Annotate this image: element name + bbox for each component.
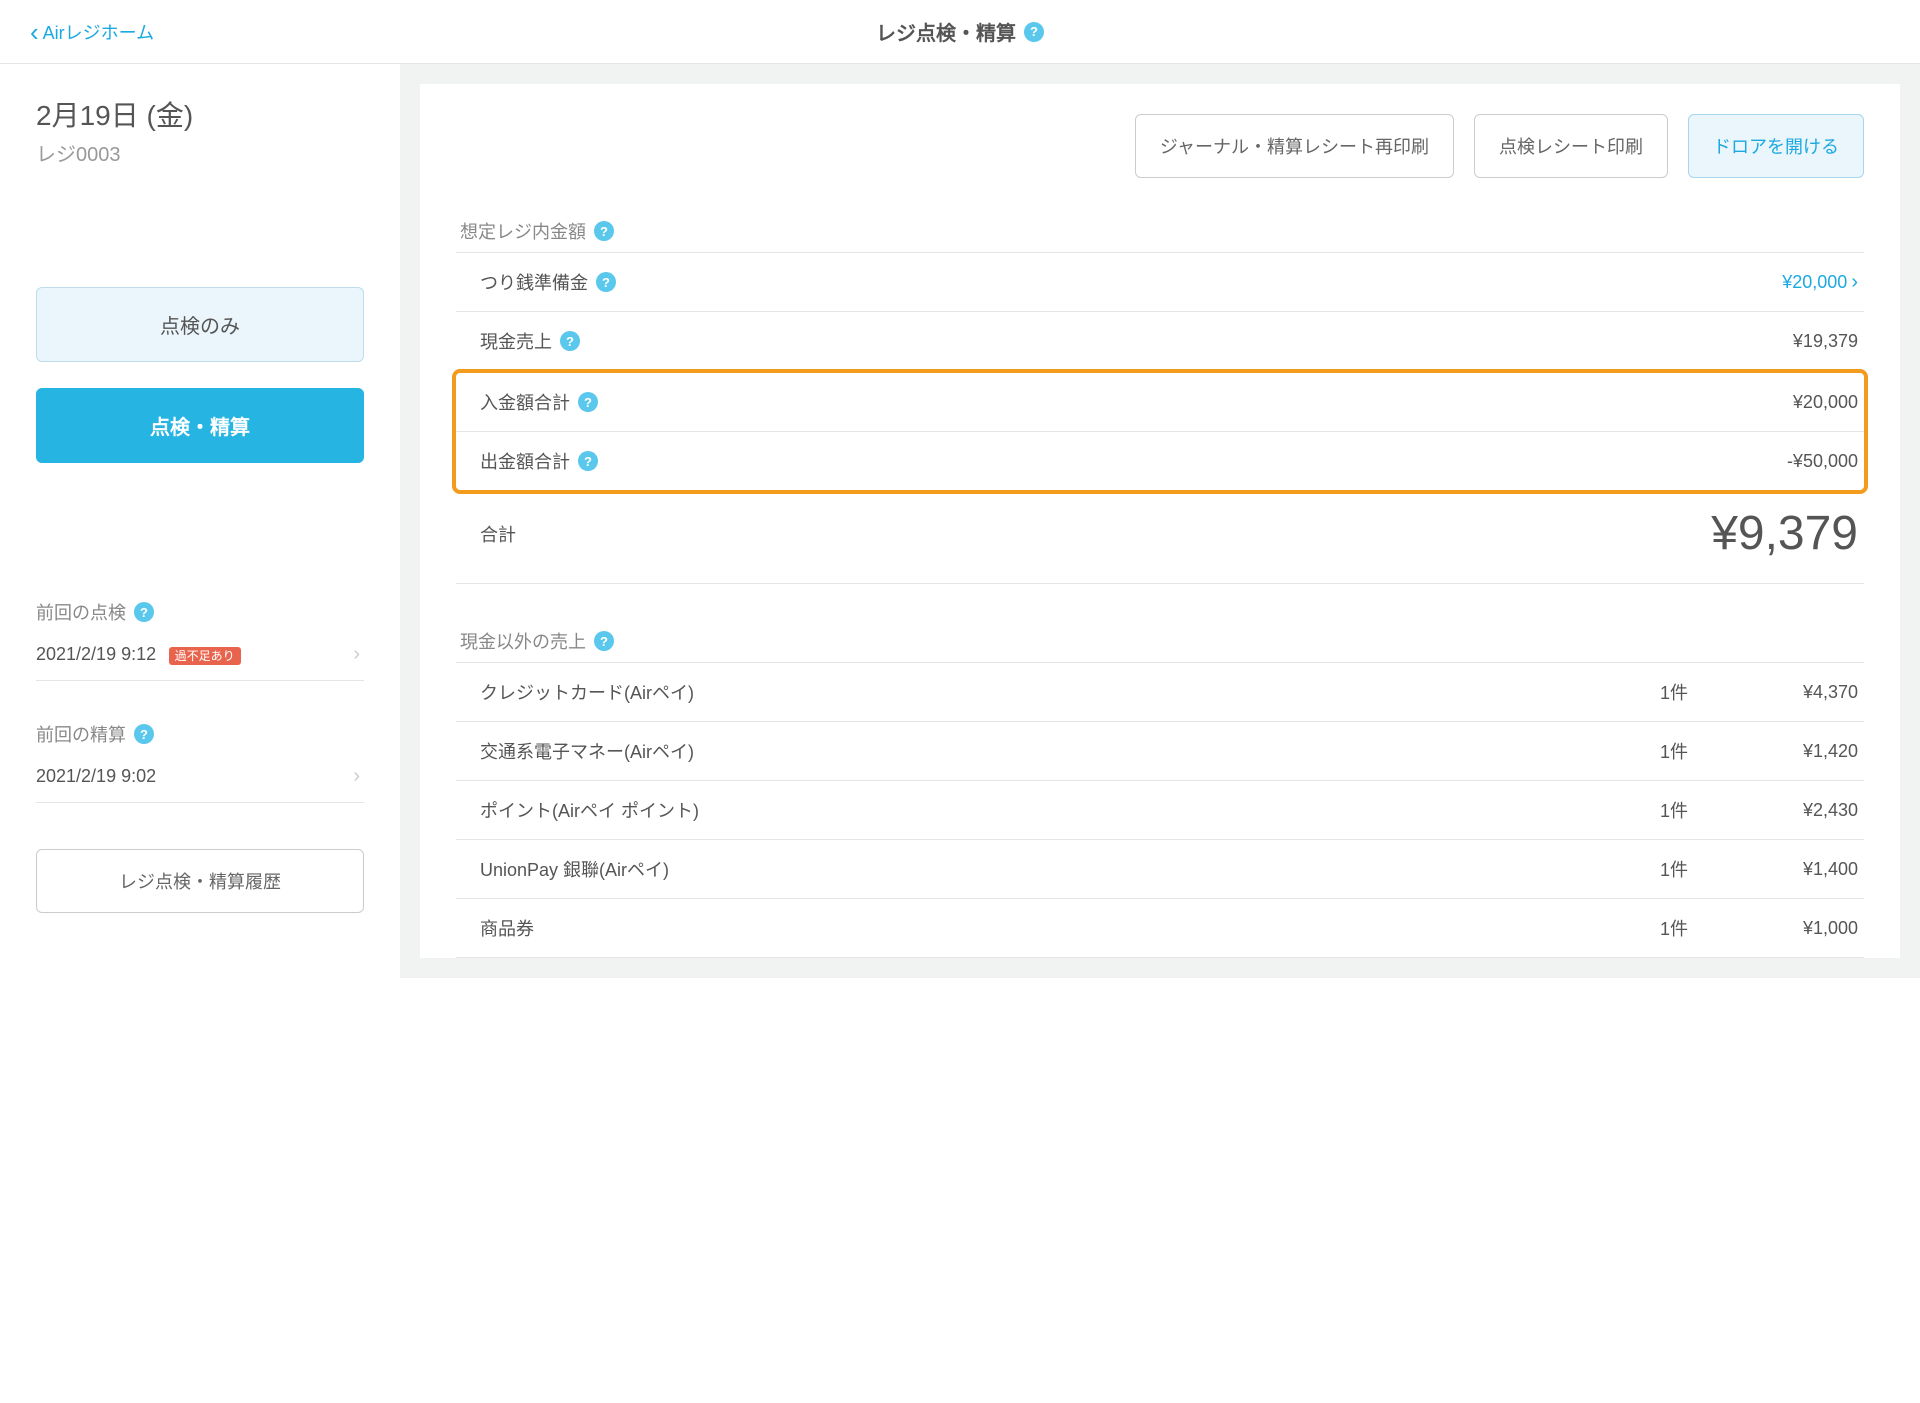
noncash-label: 商品券 <box>480 915 534 941</box>
noncash-row: クレジットカード(Airペイ) 1件 ¥4,370 <box>456 663 1864 722</box>
withdraw-row: 出金額合計 ? -¥50,000 <box>456 432 1864 490</box>
total-row: 合計 ¥9,379 <box>456 492 1864 584</box>
help-icon[interactable]: ? <box>1024 22 1044 42</box>
back-button[interactable]: ‹ Airレジホーム <box>30 19 154 45</box>
shortage-badge: 過不足あり <box>169 647 241 665</box>
register-id: レジ0003 <box>36 138 364 167</box>
help-icon[interactable]: ? <box>594 631 614 651</box>
noncash-value: ¥1,400 <box>1718 859 1858 880</box>
page-title-text: レジ点検・精算 <box>876 17 1016 46</box>
prev-inspect-time: 2021/2/19 9:12 <box>36 644 156 664</box>
highlight-box: 入金額合計 ? ¥20,000 出金額合計 ? -¥50,000 <box>452 369 1868 494</box>
deposit-value: ¥20,000 <box>1718 392 1858 413</box>
main-area: ジャーナル・精算レシート再印刷 点検レシート印刷 ドロアを開ける 想定レジ内金額… <box>400 64 1920 978</box>
expected-list: つり銭準備金 ? ¥20,000 › 現金売上 ? ¥19,379 <box>456 252 1864 494</box>
date-display: 2月19日 (金) <box>36 94 364 134</box>
deposit-label: 入金額合計 <box>480 389 570 415</box>
help-icon[interactable]: ? <box>596 272 616 292</box>
noncash-row: 交通系電子マネー(Airペイ) 1件 ¥1,420 <box>456 722 1864 781</box>
noncash-label: ポイント(Airペイ ポイント) <box>480 797 699 823</box>
noncash-value: ¥1,000 <box>1718 918 1858 939</box>
app-header: ‹ Airレジホーム レジ点検・精算 ? <box>0 0 1920 64</box>
noncash-list: クレジットカード(Airペイ) 1件 ¥4,370 交通系電子マネー(Airペイ… <box>456 662 1864 958</box>
total-label: 合計 <box>480 521 516 547</box>
noncash-count: 1件 <box>1628 679 1688 705</box>
help-icon[interactable]: ? <box>578 392 598 412</box>
help-icon[interactable]: ? <box>134 602 154 622</box>
history-button[interactable]: レジ点検・精算履歴 <box>36 849 364 913</box>
chevron-right-icon: › <box>353 765 360 788</box>
change-fund-row[interactable]: つり銭準備金 ? ¥20,000 › <box>456 253 1864 312</box>
noncash-row: 商品券 1件 ¥1,000 <box>456 899 1864 958</box>
toolbar: ジャーナル・精算レシート再印刷 点検レシート印刷 ドロアを開ける <box>456 114 1864 178</box>
inspect-settle-button[interactable]: 点検・精算 <box>36 388 364 463</box>
noncash-label: 交通系電子マネー(Airペイ) <box>480 738 694 764</box>
back-label: Airレジホーム <box>43 19 154 45</box>
noncash-count: 1件 <box>1628 915 1688 941</box>
prev-settle-label: 前回の精算 ? <box>36 721 364 747</box>
cash-sales-row: 現金売上 ? ¥19,379 <box>456 312 1864 371</box>
open-drawer-button[interactable]: ドロアを開ける <box>1688 114 1864 178</box>
chevron-right-icon: › <box>353 643 360 666</box>
noncash-label: UnionPay 銀聯(Airペイ) <box>480 856 669 882</box>
expected-section-label: 想定レジ内金額 ? <box>456 218 1864 244</box>
noncash-value: ¥1,420 <box>1718 741 1858 762</box>
print-inspect-button[interactable]: 点検レシート印刷 <box>1474 114 1668 178</box>
prev-settle-row[interactable]: 2021/2/19 9:02 › <box>36 753 364 803</box>
noncash-row: UnionPay 銀聯(Airペイ) 1件 ¥1,400 <box>456 840 1864 899</box>
main-panel: ジャーナル・精算レシート再印刷 点検レシート印刷 ドロアを開ける 想定レジ内金額… <box>420 84 1900 958</box>
noncash-count: 1件 <box>1628 797 1688 823</box>
reprint-button[interactable]: ジャーナル・精算レシート再印刷 <box>1135 114 1454 178</box>
inspect-only-button[interactable]: 点検のみ <box>36 287 364 362</box>
change-fund-value: ¥20,000 <box>1707 272 1847 293</box>
noncash-section-label: 現金以外の売上 ? <box>456 628 1864 654</box>
sidebar: 2月19日 (金) レジ0003 点検のみ 点検・精算 前回の点検 ? 2021… <box>0 64 400 978</box>
prev-settle-time: 2021/2/19 9:02 <box>36 766 156 787</box>
noncash-count: 1件 <box>1628 856 1688 882</box>
noncash-count: 1件 <box>1628 738 1688 764</box>
noncash-value: ¥4,370 <box>1718 682 1858 703</box>
noncash-value: ¥2,430 <box>1718 800 1858 821</box>
help-icon[interactable]: ? <box>594 221 614 241</box>
prev-inspect-row[interactable]: 2021/2/19 9:12 過不足あり › <box>36 631 364 681</box>
noncash-row: ポイント(Airペイ ポイント) 1件 ¥2,430 <box>456 781 1864 840</box>
chevron-right-icon: › <box>1851 271 1858 294</box>
noncash-label: クレジットカード(Airペイ) <box>480 679 694 705</box>
change-fund-label: つり銭準備金 <box>480 269 588 295</box>
withdraw-label: 出金額合計 <box>480 448 570 474</box>
page-title: レジ点検・精算 ? <box>876 17 1044 46</box>
help-icon[interactable]: ? <box>578 451 598 471</box>
help-icon[interactable]: ? <box>560 331 580 351</box>
withdraw-value: -¥50,000 <box>1718 451 1858 472</box>
total-value: ¥9,379 <box>1711 506 1858 561</box>
cash-sales-label: 現金売上 <box>480 328 552 354</box>
deposit-row: 入金額合計 ? ¥20,000 <box>456 373 1864 432</box>
help-icon[interactable]: ? <box>134 724 154 744</box>
cash-sales-value: ¥19,379 <box>1718 331 1858 352</box>
prev-inspect-label: 前回の点検 ? <box>36 599 364 625</box>
chevron-left-icon: ‹ <box>30 19 39 45</box>
